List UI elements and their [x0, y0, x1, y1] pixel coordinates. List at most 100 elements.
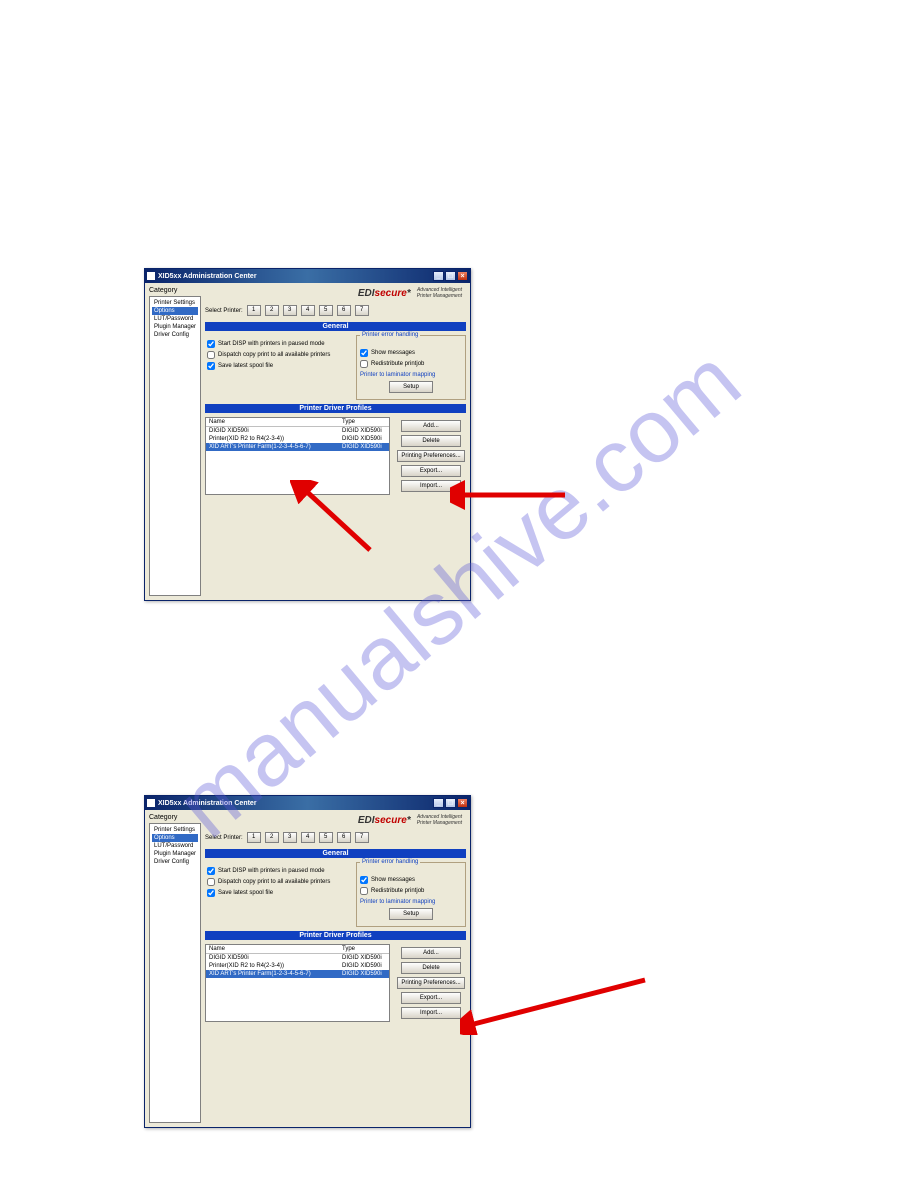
sidebar-item-driver-config[interactable]: Driver Config — [152, 858, 198, 866]
profile-row-0[interactable]: DIGID XID590i DIGID XID590i — [206, 427, 389, 435]
printing-preferences-button[interactable]: Printing Preferences... — [397, 450, 465, 462]
check-save-spool[interactable]: Save latest spool file — [207, 362, 350, 370]
window-title: XID5xx Administration Center — [158, 800, 257, 807]
printer-btn-3[interactable]: 3 — [283, 832, 297, 843]
sidebar-item-plugin-manager[interactable]: Plugin Manager — [152, 850, 198, 858]
profile-header-type: Type — [339, 418, 389, 426]
brand-secure: secure — [375, 288, 407, 299]
profile-row-0[interactable]: DIGID XID590i DIGID XID590i — [206, 954, 389, 962]
delete-button[interactable]: Delete — [401, 962, 461, 974]
brand-star: * — [407, 288, 411, 299]
printing-preferences-button[interactable]: Printing Preferences... — [397, 977, 465, 989]
printer-btn-6[interactable]: 6 — [337, 305, 351, 316]
checkbox-show-messages[interactable] — [360, 876, 368, 884]
check-redistribute[interactable]: Redistribute printjob — [360, 887, 462, 895]
check-start-disp[interactable]: Start DISP with printers in paused mode — [207, 867, 350, 875]
checkbox-redistribute[interactable] — [360, 360, 368, 368]
sidebar-item-options[interactable]: Options — [152, 307, 198, 315]
import-button[interactable]: Import... — [401, 1007, 461, 1019]
printer-btn-1[interactable]: 1 — [247, 305, 261, 316]
profile-list[interactable]: Name Type DIGID XID590i DIGID XID590i Pr… — [205, 944, 390, 1022]
printer-btn-4[interactable]: 4 — [301, 832, 315, 843]
category-label: Category — [149, 814, 201, 821]
import-button[interactable]: Import... — [401, 480, 461, 492]
sidebar-item-lut-password[interactable]: LUT/Password — [152, 842, 198, 850]
close-button[interactable]: × — [457, 798, 468, 808]
printer-btn-2[interactable]: 2 — [265, 305, 279, 316]
checkbox-dispatch[interactable] — [207, 878, 215, 886]
check-show-messages[interactable]: Show messages — [360, 349, 462, 357]
profile-type-2: DIGID XID590i — [339, 443, 389, 451]
brand-secure: secure — [375, 815, 407, 826]
printer-btn-7[interactable]: 7 — [355, 305, 369, 316]
checkbox-show-messages[interactable] — [360, 349, 368, 357]
minimize-button[interactable]: _ — [433, 271, 444, 281]
error-handling-group-label: Printer error handling — [360, 332, 420, 338]
profile-name-0: DIGID XID590i — [206, 427, 339, 435]
profile-row-1[interactable]: Printer(XID R2 to R4(2-3-4)) DIGID XID59… — [206, 962, 389, 970]
check-show-messages[interactable]: Show messages — [360, 876, 462, 884]
select-printer-label: Select Printer: — [205, 835, 243, 841]
close-button[interactable]: × — [457, 271, 468, 281]
category-label: Category — [149, 287, 201, 294]
sidebar-item-printer-settings[interactable]: Printer Settings — [152, 826, 198, 834]
brand-logo: EDIsecure* — [358, 815, 411, 826]
profile-name-0: DIGID XID590i — [206, 954, 339, 962]
printer-btn-2[interactable]: 2 — [265, 832, 279, 843]
category-sidebar[interactable]: Printer Settings Options LUT/Password Pl… — [149, 823, 201, 1123]
check-save-spool-label: Save latest spool file — [218, 890, 273, 896]
add-button[interactable]: Add... — [401, 947, 461, 959]
profile-list[interactable]: Name Type DIGID XID590i DIGID XID590i Pr… — [205, 417, 390, 495]
checkbox-start-disp[interactable] — [207, 340, 215, 348]
check-dispatch-label: Dispatch copy print to all available pri… — [218, 879, 330, 885]
checkbox-start-disp[interactable] — [207, 867, 215, 875]
sidebar-item-lut-password[interactable]: LUT/Password — [152, 315, 198, 323]
profile-row-1[interactable]: Printer(XID R2 to R4(2-3-4)) DIGID XID59… — [206, 435, 389, 443]
laminator-mapping-link[interactable]: Printer to laminator mapping — [360, 899, 462, 905]
laminator-mapping-link[interactable]: Printer to laminator mapping — [360, 372, 462, 378]
setup-button[interactable]: Setup — [389, 908, 433, 920]
setup-button[interactable]: Setup — [389, 381, 433, 393]
window-title: XID5xx Administration Center — [158, 273, 257, 280]
printer-btn-5[interactable]: 5 — [319, 305, 333, 316]
maximize-button[interactable]: □ — [445, 798, 456, 808]
check-dispatch[interactable]: Dispatch copy print to all available pri… — [207, 351, 350, 359]
sidebar-item-printer-settings[interactable]: Printer Settings — [152, 299, 198, 307]
check-redistribute[interactable]: Redistribute printjob — [360, 360, 462, 368]
delete-button[interactable]: Delete — [401, 435, 461, 447]
select-printer-label: Select Printer: — [205, 308, 243, 314]
export-button[interactable]: Export... — [401, 465, 461, 477]
checkbox-redistribute[interactable] — [360, 887, 368, 895]
check-dispatch[interactable]: Dispatch copy print to all available pri… — [207, 878, 350, 886]
profile-type-0: DIGID XID590i — [339, 954, 389, 962]
printer-btn-1[interactable]: 1 — [247, 832, 261, 843]
profile-name-1: Printer(XID R2 to R4(2-3-4)) — [206, 962, 339, 970]
sidebar-item-driver-config[interactable]: Driver Config — [152, 331, 198, 339]
checkbox-dispatch[interactable] — [207, 351, 215, 359]
minimize-button[interactable]: _ — [433, 798, 444, 808]
profile-row-2-selected[interactable]: XID ART's Printer Farm(1-2-3-4-5-6-7) DI… — [206, 970, 389, 978]
printer-btn-7[interactable]: 7 — [355, 832, 369, 843]
titlebar: XID5xx Administration Center _ □ × — [145, 269, 470, 283]
printer-btn-4[interactable]: 4 — [301, 305, 315, 316]
brand-tagline: Advanced Intelligent Printer Management — [417, 814, 462, 826]
app-icon — [147, 799, 155, 807]
profile-header-name: Name — [206, 945, 339, 953]
profile-row-2-selected[interactable]: XID ART's Printer Farm(1-2-3-4-5-6-7) DI… — [206, 443, 389, 451]
maximize-button[interactable]: □ — [445, 271, 456, 281]
category-sidebar[interactable]: Printer Settings Options LUT/Password Pl… — [149, 296, 201, 596]
printer-btn-6[interactable]: 6 — [337, 832, 351, 843]
check-show-messages-label: Show messages — [371, 350, 415, 356]
sidebar-item-options[interactable]: Options — [152, 834, 198, 842]
error-handling-group-label: Printer error handling — [360, 859, 420, 865]
check-start-disp[interactable]: Start DISP with printers in paused mode — [207, 340, 350, 348]
printer-btn-5[interactable]: 5 — [319, 832, 333, 843]
export-button[interactable]: Export... — [401, 992, 461, 1004]
checkbox-save-spool[interactable] — [207, 362, 215, 370]
check-save-spool[interactable]: Save latest spool file — [207, 889, 350, 897]
checkbox-save-spool[interactable] — [207, 889, 215, 897]
add-button[interactable]: Add... — [401, 420, 461, 432]
sidebar-item-plugin-manager[interactable]: Plugin Manager — [152, 323, 198, 331]
printer-btn-3[interactable]: 3 — [283, 305, 297, 316]
section-general-header: General — [205, 849, 466, 858]
